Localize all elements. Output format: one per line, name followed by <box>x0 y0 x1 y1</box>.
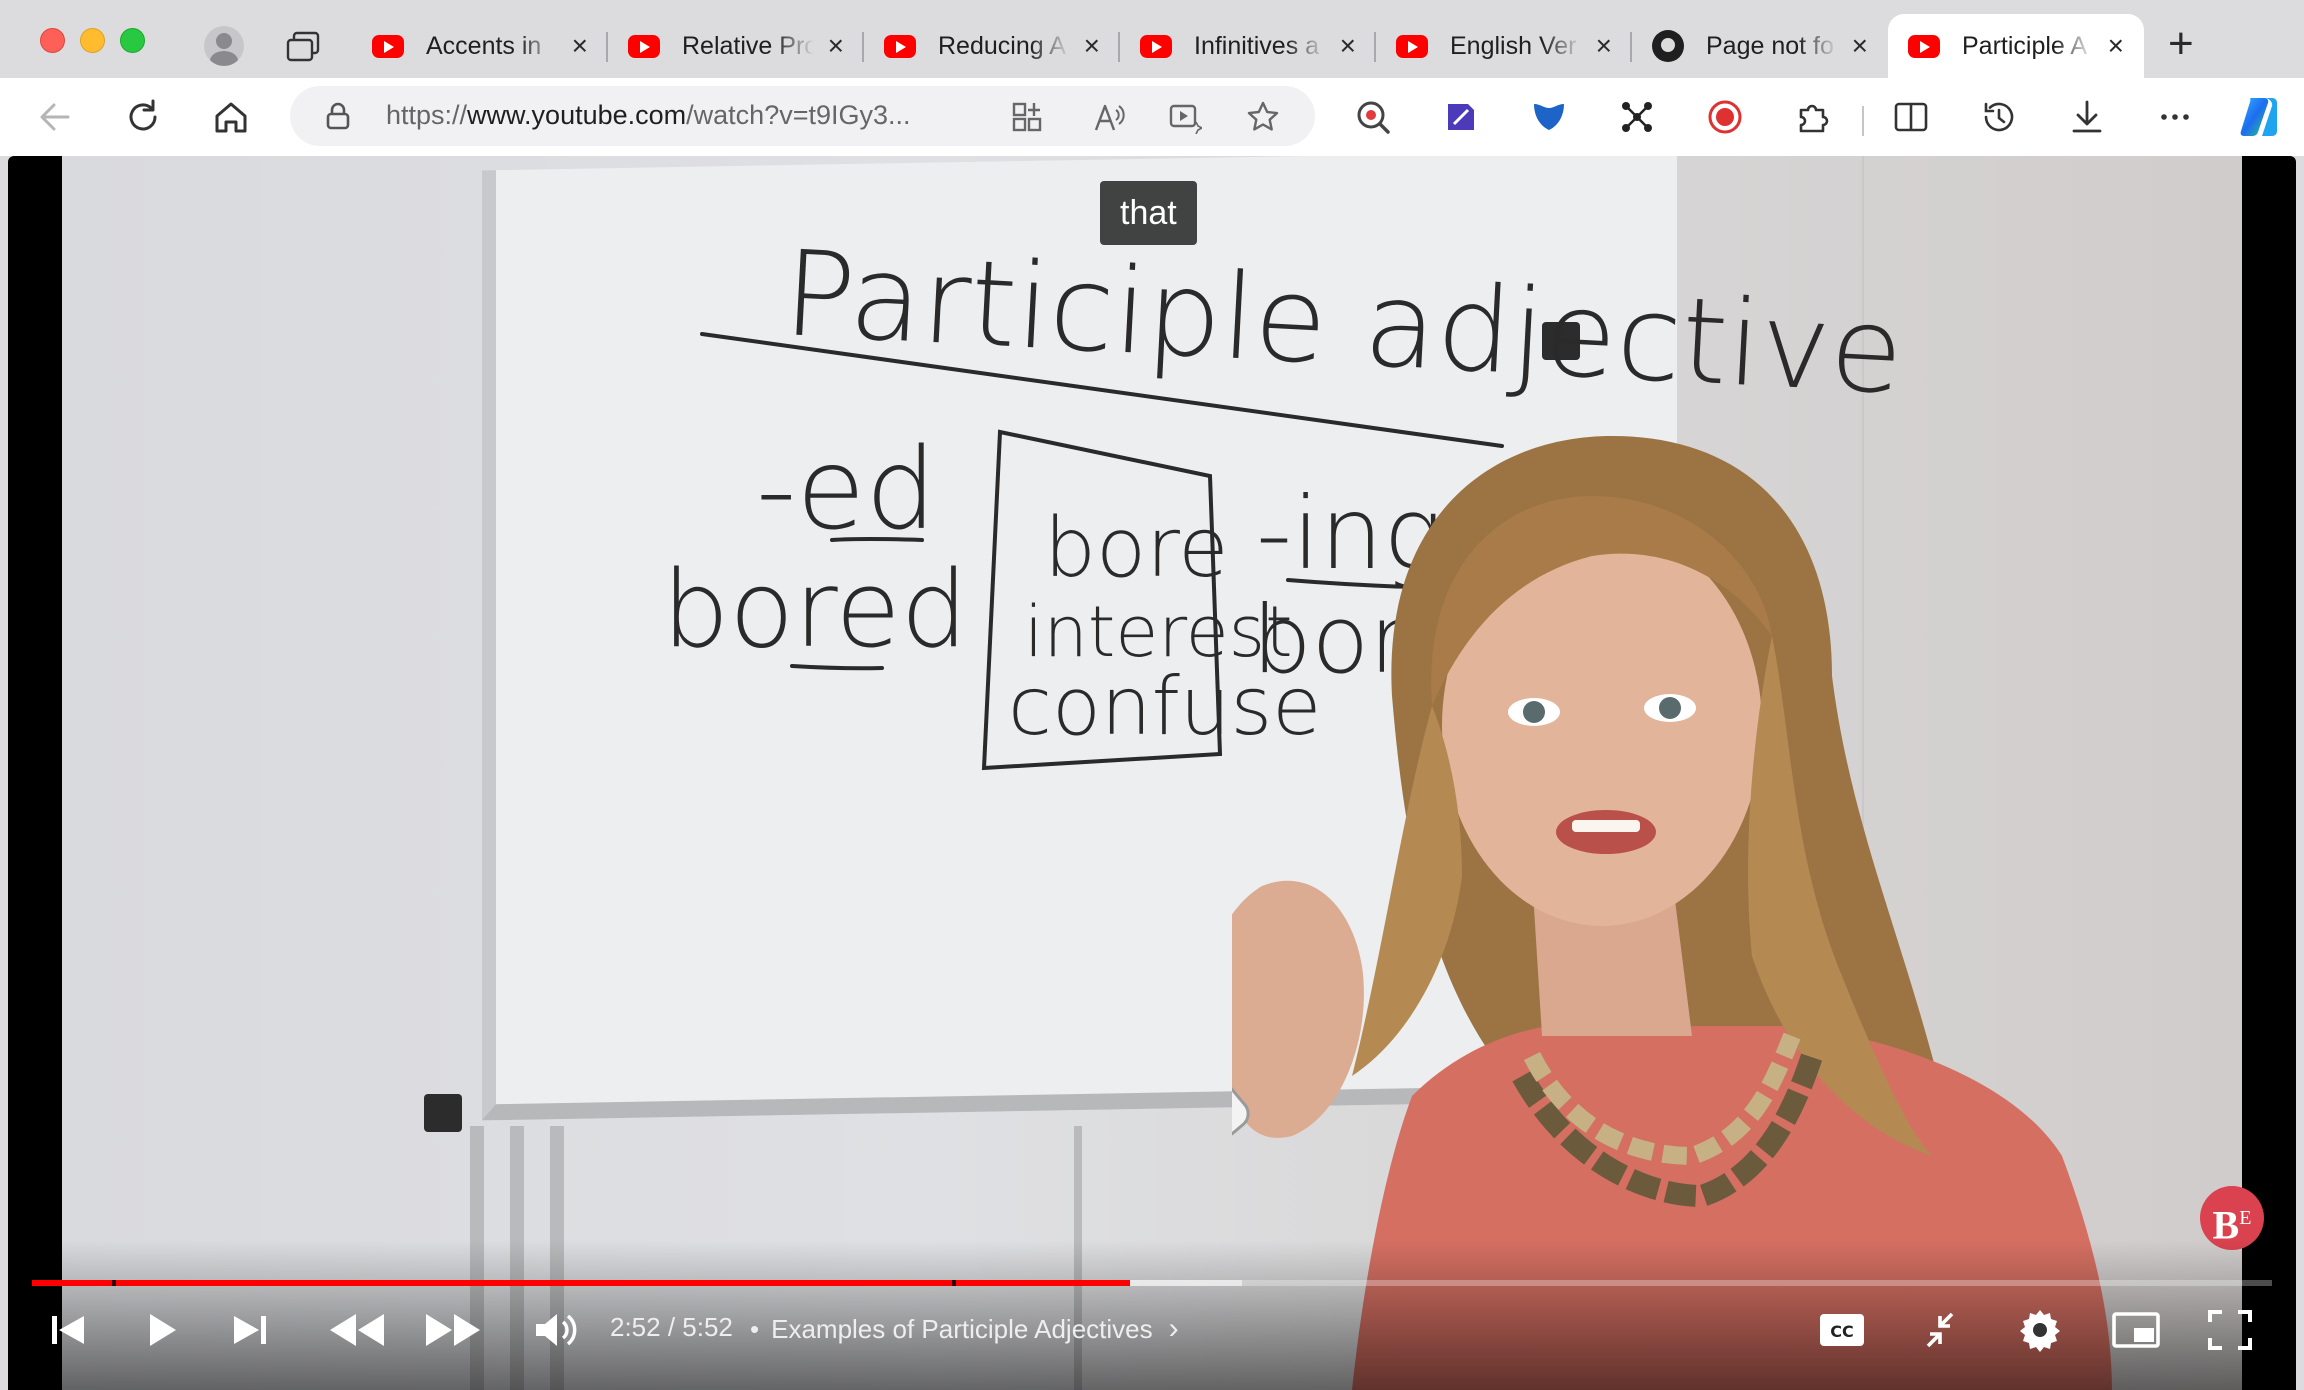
fullscreen-icon[interactable] <box>2202 1302 2258 1358</box>
miniplayer-icon[interactable] <box>2108 1302 2164 1358</box>
tab-list: Accents in × Relative Pro × Reducing A ×… <box>352 14 2144 78</box>
github-icon <box>1652 30 1684 62</box>
youtube-icon <box>372 34 404 58</box>
time-display: 2:52 / 5:52 <box>610 1312 733 1343</box>
split-screen-icon[interactable] <box>1890 96 1932 138</box>
fast-forward-icon[interactable] <box>422 1302 486 1358</box>
tab-participle-adjectives[interactable]: Participle A × <box>1888 14 2144 78</box>
tab-close-icon[interactable]: × <box>1340 32 1356 60</box>
tab-page-not-found[interactable]: Page not fo × <box>1632 14 1888 78</box>
new-tab-button[interactable]: + <box>2168 22 2194 66</box>
url-host: www.youtube.com <box>467 100 687 130</box>
youtube-icon <box>1140 34 1172 58</box>
profile-avatar-icon[interactable] <box>204 26 244 66</box>
reload-icon[interactable] <box>122 96 164 138</box>
exit-theater-icon[interactable] <box>1912 1302 1968 1358</box>
settings-gear-icon[interactable] <box>2012 1302 2068 1358</box>
svg-text:CC: CC <box>1830 1322 1853 1341</box>
youtube-icon <box>628 34 660 58</box>
tab-title: Accents in <box>426 31 542 60</box>
play-icon[interactable] <box>132 1302 188 1358</box>
read-aloud-icon[interactable] <box>1092 100 1126 134</box>
board-ed-header: -ed <box>756 425 936 555</box>
tab-title: Participle A <box>1962 31 2088 60</box>
tab-english-verbs[interactable]: English Ver × <box>1376 14 1632 78</box>
minimize-window-button[interactable] <box>80 28 105 53</box>
current-time: 2:52 <box>610 1312 661 1342</box>
tab-title: Relative Pro <box>682 31 814 60</box>
lock-icon[interactable] <box>326 102 350 130</box>
chapter-marker <box>952 1280 956 1286</box>
favorite-star-icon[interactable] <box>1246 100 1280 134</box>
tab-title: Infinitives a <box>1194 31 1320 60</box>
address-bar[interactable]: https://www.youtube.com/watch?v=t9IGy3..… <box>290 86 1315 146</box>
progress-played <box>32 1280 1130 1286</box>
copilot-icon[interactable] <box>2236 92 2286 142</box>
home-icon[interactable] <box>210 96 252 138</box>
toolbar-divider <box>1862 106 1864 136</box>
more-options-icon[interactable] <box>2154 96 2196 138</box>
video-frame: Participle adjective -ed bored bore inte… <box>62 156 2242 1390</box>
tab-close-icon[interactable]: × <box>828 32 844 60</box>
tab-close-icon[interactable]: × <box>1084 32 1100 60</box>
tab-close-icon[interactable]: × <box>572 32 588 60</box>
tab-title: English Ver <box>1450 31 1577 60</box>
youtube-icon <box>884 34 916 58</box>
progress-bar[interactable] <box>32 1280 2272 1286</box>
watermark-sup: E <box>2239 1207 2252 1229</box>
downloads-icon[interactable] <box>2066 96 2108 138</box>
tab-title: Reducing A <box>938 31 1066 60</box>
captions-icon[interactable]: CC <box>1814 1302 1870 1358</box>
board-ed-word: bored <box>662 548 968 671</box>
url-text[interactable]: https://www.youtube.com/watch?v=t9IGy3..… <box>386 100 911 131</box>
rewind-icon[interactable] <box>324 1302 388 1358</box>
url-path: /watch?v=t9IGy3... <box>686 100 911 130</box>
chapter-marker <box>112 1280 116 1286</box>
close-window-button[interactable] <box>40 28 65 53</box>
app-available-icon[interactable] <box>1010 100 1044 134</box>
tab-relative-pronouns[interactable]: Relative Pro × <box>608 14 864 78</box>
record-icon[interactable] <box>1704 96 1746 138</box>
url-scheme: https:// <box>386 100 468 130</box>
video-enhance-icon[interactable] <box>1168 100 1202 134</box>
extension-notes-icon[interactable] <box>1440 96 1482 138</box>
previous-icon[interactable] <box>40 1302 96 1358</box>
youtube-icon <box>1908 34 1940 58</box>
chapter-dot: • <box>750 1313 760 1344</box>
tab-strip: Accents in × Relative Pro × Reducing A ×… <box>0 0 2304 78</box>
browser-toolbar: https://www.youtube.com/watch?v=t9IGy3..… <box>0 78 2304 156</box>
board-box-word-1: bore <box>1044 501 1229 596</box>
chapter-title: Examples of Participle Adjectives <box>771 1313 1153 1344</box>
history-icon[interactable] <box>1978 96 2020 138</box>
video-player[interactable]: Participle adjective -ed bored bore inte… <box>8 156 2296 1390</box>
maximize-window-button[interactable] <box>120 28 145 53</box>
caption-text: that <box>1100 181 1197 245</box>
extension-network-icon[interactable] <box>1616 96 1658 138</box>
tab-close-icon[interactable]: × <box>2108 32 2124 60</box>
volume-icon[interactable] <box>528 1302 584 1358</box>
tab-accents[interactable]: Accents in × <box>352 14 608 78</box>
time-separator: / <box>660 1312 683 1342</box>
youtube-icon <box>1396 34 1428 58</box>
tab-close-icon[interactable]: × <box>1596 32 1612 60</box>
tab-infinitives[interactable]: Infinitives a × <box>1120 14 1376 78</box>
extension-search-icon[interactable] <box>1352 96 1394 138</box>
workspaces-icon[interactable] <box>284 30 322 64</box>
chapter-button[interactable]: • Examples of Participle Adjectives › <box>750 1312 1179 1346</box>
tab-reducing[interactable]: Reducing A × <box>864 14 1120 78</box>
tab-title: Page not fo <box>1706 31 1834 60</box>
duration: 5:52 <box>682 1312 733 1342</box>
extension-shield-icon[interactable] <box>1528 96 1570 138</box>
back-arrow-icon[interactable] <box>34 96 76 138</box>
board-title: Participle adjective <box>781 224 1907 420</box>
chevron-right-icon: › <box>1168 1312 1179 1345</box>
tab-close-icon[interactable]: × <box>1852 32 1868 60</box>
next-icon[interactable] <box>222 1302 278 1358</box>
extensions-puzzle-icon[interactable] <box>1792 96 1834 138</box>
